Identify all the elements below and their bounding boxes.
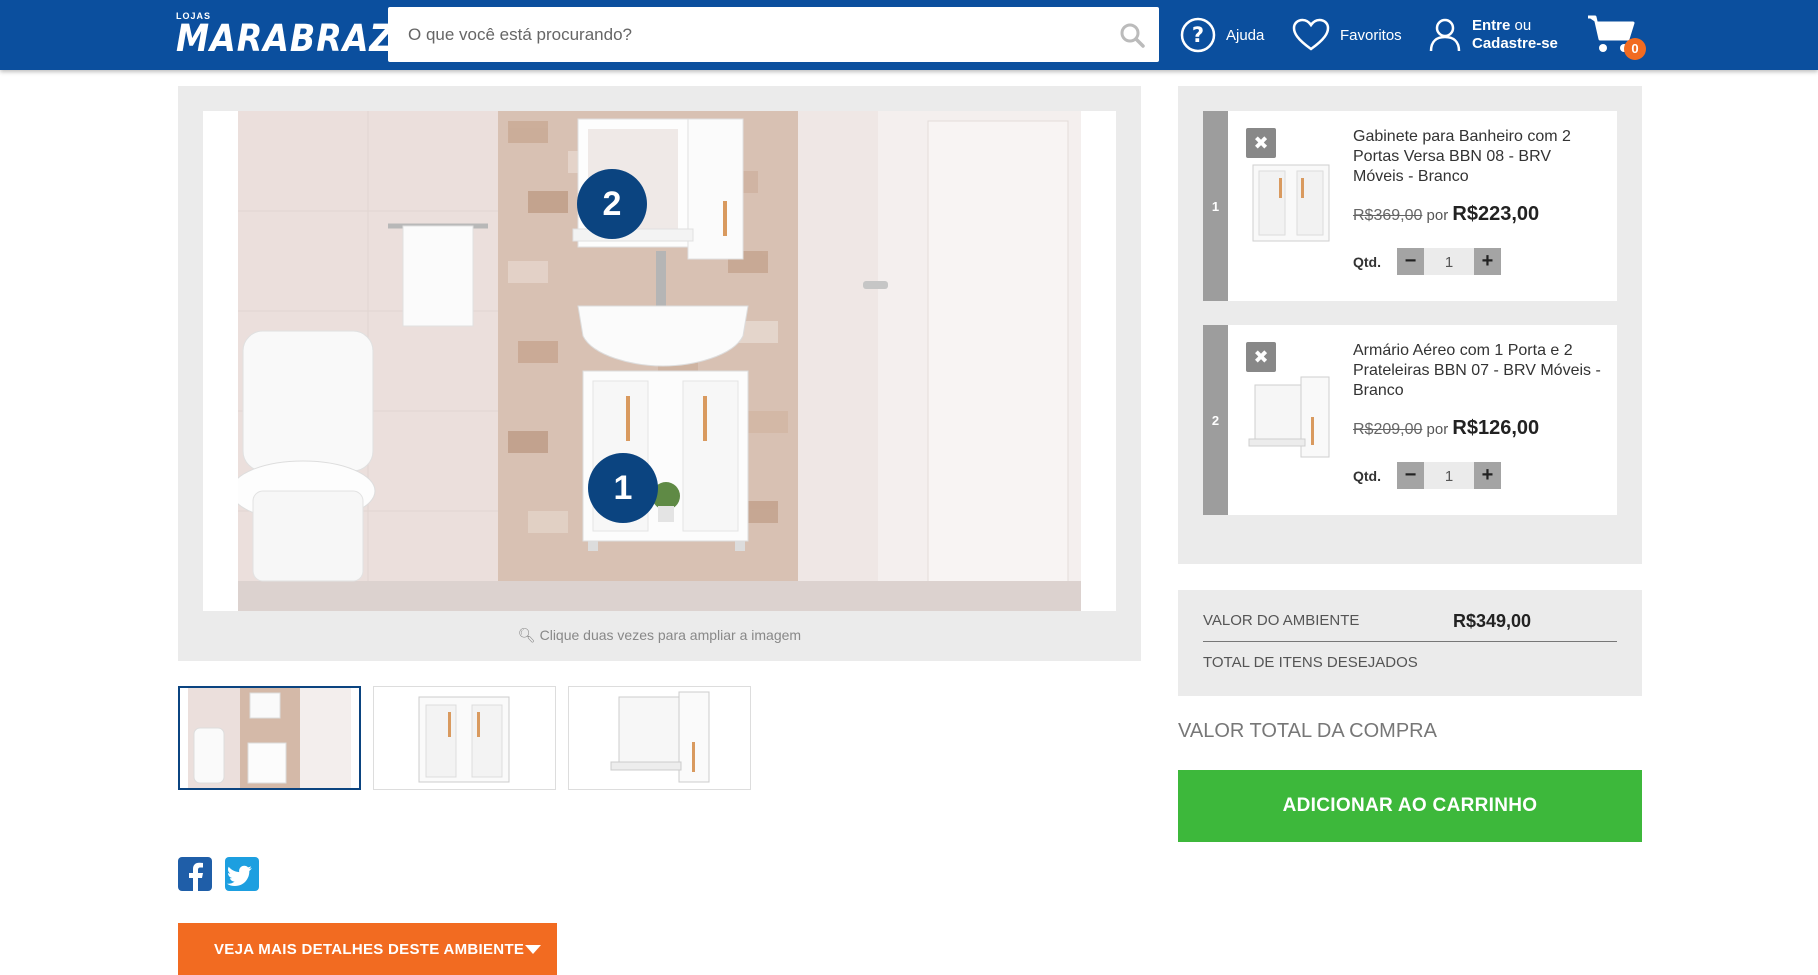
user-icon (1429, 18, 1461, 52)
facebook-share-icon[interactable] (178, 857, 212, 891)
thumbnail-armario[interactable] (568, 686, 751, 790)
qty-increase-button[interactable]: + (1474, 462, 1501, 489)
price-separator: por (1422, 207, 1453, 224)
environment-value-label: VALOR DO AMBIENTE (1203, 612, 1360, 629)
environment-items-panel: 1 ✖ Gabinete para Banheiro com 2 Portas … (1178, 86, 1642, 564)
search-box (388, 7, 1159, 62)
hotspot-pin-2[interactable]: 2 (577, 169, 647, 239)
chevron-down-icon (525, 945, 541, 954)
zoom-hint-text: Clique duas vezes para ampliar a imagem (539, 627, 802, 643)
add-to-cart-button[interactable]: ADICIONAR AO CARRINHO (1178, 770, 1642, 842)
thumbnail-gabinete[interactable] (373, 686, 556, 790)
cart-item: 2 ✖ Armário Aéreo com 1 Porta e 2 Pratel… (1203, 325, 1617, 515)
qty-label: Qtd. (1353, 467, 1381, 484)
favorites-link[interactable]: Favoritos (1292, 14, 1402, 56)
bathroom-scene-image[interactable]: 2 1 (238, 111, 1081, 611)
help-link[interactable]: ? Ajuda (1180, 14, 1264, 56)
twitter-share-icon[interactable] (225, 857, 259, 891)
facebook-icon-glyph (189, 862, 203, 891)
zoom-hint: 🔍︎ Clique duas vezes para ampliar a imag… (178, 627, 1141, 644)
item-price: R$369,00 por R$223,00 (1353, 203, 1539, 226)
thumbnail-ambiente[interactable] (178, 686, 361, 790)
logo-main-text: MARABRAZ (176, 17, 395, 60)
item-title[interactable]: Armário Aéreo com 1 Porta e 2 Prateleira… (1353, 341, 1603, 401)
heart-icon (1292, 18, 1330, 51)
main-image-frame: 2 1 (203, 111, 1116, 611)
cart-item: 1 ✖ Gabinete para Banheiro com 2 Portas … (1203, 111, 1617, 301)
magnifier-icon: 🔍︎ (517, 627, 536, 643)
current-price: R$223,00 (1452, 203, 1540, 225)
hotspot-pin-1[interactable]: 1 (588, 453, 658, 523)
site-header: LOJAS MARABRAZ ? Ajuda Favoritos Entre o… (0, 0, 1818, 70)
item-image-armario[interactable] (1241, 367, 1341, 467)
old-price: R$369,00 (1353, 207, 1423, 224)
qty-label: Qtd. (1353, 253, 1381, 270)
login-or: ou (1510, 17, 1532, 34)
summary-value-row: VALOR DO AMBIENTE R$349,00 (1203, 590, 1617, 642)
cart-button[interactable]: 0 (1586, 14, 1648, 62)
more-details-label: VEJA MAIS DETALHES DESTE AMBIENTE (214, 940, 525, 958)
current-price: R$126,00 (1452, 417, 1540, 439)
twitter-icon-glyph (227, 865, 252, 886)
item-number: 1 (1203, 111, 1228, 301)
total-items-label: TOTAL DE ITENS DESEJADOS (1203, 654, 1418, 671)
marabraz-logo[interactable]: LOJAS MARABRAZ (176, 12, 419, 60)
quantity-stepper: Qtd. − 1 + (1353, 248, 1501, 275)
favorites-label: Favoritos (1340, 26, 1402, 44)
search-icon[interactable] (1119, 22, 1145, 48)
svg-text:?: ? (1192, 23, 1204, 47)
thumbnail-ambiente-image (188, 688, 351, 788)
quantity-stepper: Qtd. − 1 + (1353, 462, 1501, 489)
purchase-total-label: VALOR TOTAL DA COMPRA (1178, 720, 1437, 742)
item-price: R$209,00 por R$126,00 (1353, 417, 1539, 440)
login-text: Entre ou Cadastre-se (1472, 17, 1558, 53)
bathroom-illustration (238, 111, 1081, 611)
more-details-button[interactable]: VEJA MAIS DETALHES DESTE AMBIENTE (178, 923, 557, 975)
item-image-gabinete[interactable] (1241, 153, 1341, 253)
search-input[interactable] (408, 7, 1098, 62)
thumbnail-gabinete-image (418, 696, 510, 783)
environment-summary: VALOR DO AMBIENTE R$349,00 TOTAL DE ITEN… (1178, 590, 1642, 696)
old-price: R$209,00 (1353, 421, 1423, 438)
login-link[interactable]: Entre ou Cadastre-se (1428, 14, 1558, 56)
help-label: Ajuda (1226, 26, 1265, 44)
qty-value[interactable]: 1 (1424, 462, 1474, 489)
environment-value: R$349,00 (1453, 611, 1532, 631)
qty-decrease-button[interactable]: − (1397, 248, 1424, 275)
help-icon: ? (1180, 17, 1216, 53)
qty-increase-button[interactable]: + (1474, 248, 1501, 275)
item-number: 2 (1203, 325, 1228, 515)
login-register: Cadastre-se (1472, 35, 1558, 52)
qty-decrease-button[interactable]: − (1397, 462, 1424, 489)
login-enter: Entre (1472, 17, 1511, 34)
item-title[interactable]: Gabinete para Banheiro com 2 Portas Vers… (1353, 127, 1603, 187)
thumbnail-armario-image (610, 691, 710, 783)
price-separator: por (1422, 421, 1453, 438)
cart-count-badge: 0 (1624, 38, 1646, 60)
product-gallery: 2 1 🔍︎ Clique duas vezes para ampliar a … (178, 86, 1141, 661)
qty-value[interactable]: 1 (1424, 248, 1474, 275)
